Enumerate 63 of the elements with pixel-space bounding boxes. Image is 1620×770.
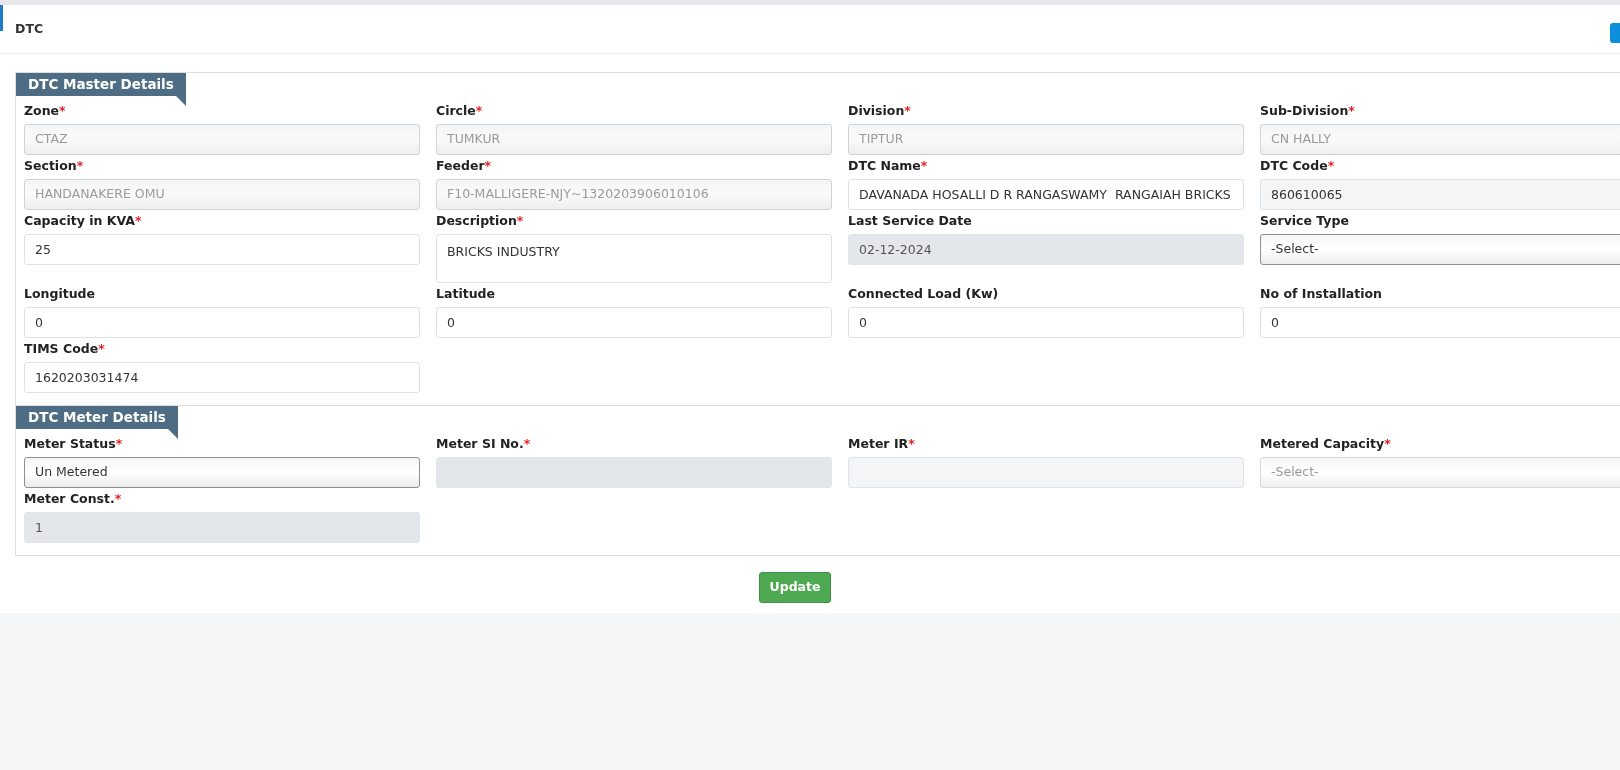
required-mark: *: [98, 340, 105, 359]
section-legend: DTC Master Details: [16, 73, 186, 96]
field-label: Circle: [436, 102, 476, 121]
readonly-field: TIPTUR: [848, 124, 1244, 155]
required-mark: *: [908, 435, 915, 454]
input-field[interactable]: 0: [848, 307, 1244, 338]
field-label: Zone: [24, 102, 60, 121]
required-mark: *: [1327, 157, 1335, 176]
required-mark: *: [920, 157, 928, 176]
field-label: Section: [24, 157, 77, 176]
field-label: Service Type: [1260, 212, 1349, 231]
field-label: Feeder: [436, 157, 485, 176]
field-label: Longitude: [24, 285, 95, 304]
input-field[interactable]: 0: [24, 307, 420, 338]
field-label: Last Service Date: [848, 212, 972, 231]
required-mark: *: [1348, 102, 1355, 121]
input-field[interactable]: DAVANADA HOSALLI D R RANGASWAMY RANGAIAH BRICKS: [848, 179, 1244, 210]
field-label: Latitude: [436, 285, 495, 304]
field-label: Division: [848, 102, 905, 121]
field-label: Description: [436, 212, 517, 231]
field-label: DTC Name: [848, 157, 921, 176]
input-field[interactable]: 860610065: [1260, 179, 1620, 210]
required-mark: *: [904, 102, 911, 121]
readonly-field: TUMKUR: [436, 124, 832, 155]
field-label: Metered Capacity: [1260, 435, 1385, 454]
legend-fold-icon: [175, 96, 186, 106]
required-mark: *: [114, 490, 122, 509]
required-mark: *: [523, 435, 531, 454]
readonly-field: HANDANAKERE OMU: [24, 179, 420, 210]
field-label: Meter SI No.: [436, 435, 524, 454]
page-title: DTC: [15, 19, 44, 38]
select-field[interactable]: -Select-: [1260, 234, 1620, 265]
required-mark: *: [1384, 435, 1391, 454]
field-label: DTC Code: [1260, 157, 1328, 176]
input-field[interactable]: [848, 457, 1244, 488]
legend-fold-icon: [167, 429, 178, 439]
required-mark: *: [59, 102, 66, 121]
readonly-field: CN HALLY: [1260, 124, 1620, 155]
field-label: Sub-Division: [1260, 102, 1349, 121]
action-button[interactable]: [1610, 23, 1620, 43]
required-mark: *: [484, 157, 492, 176]
field-label: Meter IR: [848, 435, 909, 454]
input-field[interactable]: 1620203031474: [24, 362, 420, 393]
field-label: Meter Status: [24, 435, 116, 454]
required-mark: *: [76, 157, 84, 176]
section-legend: DTC Meter Details: [16, 406, 178, 429]
input-field[interactable]: 25: [24, 234, 420, 265]
field-label: Capacity in KVA: [24, 212, 135, 231]
readonly-field: F10-MALLIGERE-NJY~1320203906010106: [436, 179, 832, 210]
required-mark: *: [516, 212, 524, 231]
field-label: No of Installation: [1260, 285, 1382, 304]
field-label: TIMS Code: [24, 340, 99, 359]
required-mark: *: [115, 435, 123, 454]
input-field[interactable]: 0: [436, 307, 832, 338]
required-mark: *: [475, 102, 483, 121]
input-field[interactable]: 0: [1260, 307, 1620, 338]
select-field[interactable]: Un Metered: [24, 457, 420, 488]
required-mark: *: [134, 212, 142, 231]
field-label: Meter Const.: [24, 490, 115, 509]
textarea-field[interactable]: BRICKS INDUSTRY: [436, 234, 832, 283]
accent-bar: [0, 5, 3, 31]
readonly-field: CTAZ: [24, 124, 420, 155]
field-label: Connected Load (Kw): [848, 285, 999, 304]
